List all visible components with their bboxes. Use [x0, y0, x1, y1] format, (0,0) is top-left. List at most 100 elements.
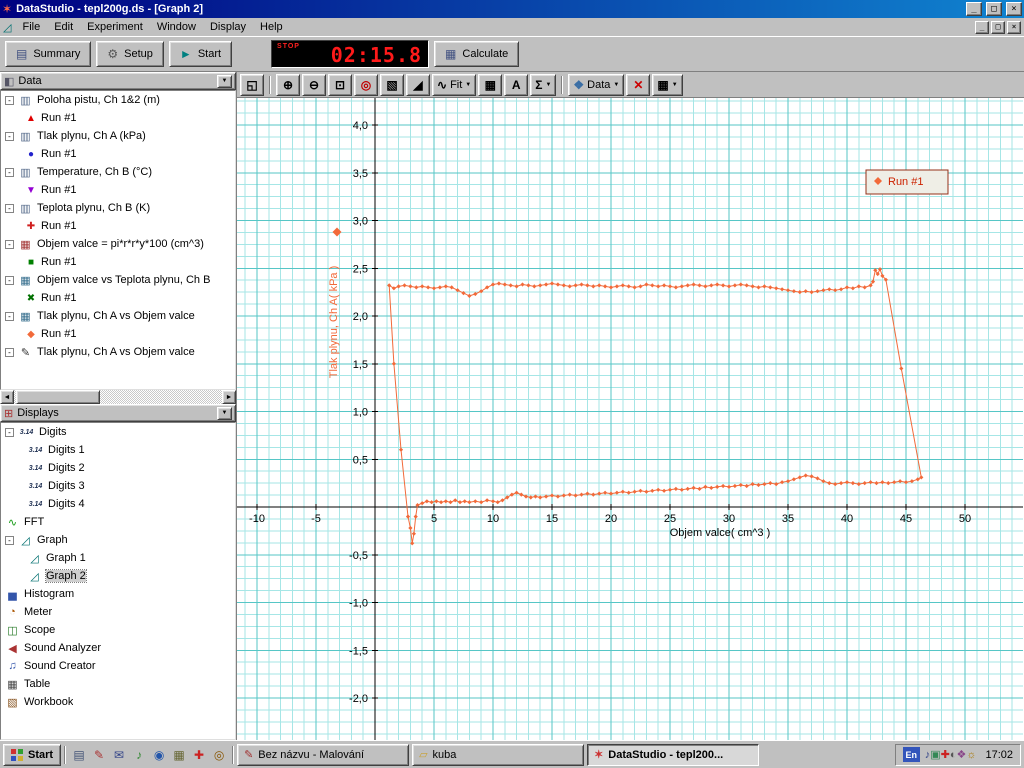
scroll-left-button[interactable]: ◄ — [0, 390, 14, 404]
quicklaunch-cd-player-icon[interactable]: ◎ — [209, 745, 229, 765]
displays-panel-header[interactable]: ⊞ Displays ▼ — [0, 404, 236, 422]
calculate-button[interactable]: ▦ Calculate — [434, 41, 520, 67]
collapse-expander-icon[interactable]: - — [5, 347, 14, 357]
tray-scheduler-icon[interactable]: ◐ — [950, 749, 957, 761]
child-restore-button[interactable]: □ — [991, 20, 1005, 34]
delete-tool-button[interactable]: ✕ — [626, 73, 651, 96]
quicklaunch-media-icon[interactable]: ♪ — [129, 745, 149, 765]
display-item-graph[interactable]: - ◿ Graph — [1, 531, 235, 549]
display-item-table[interactable]: ▦ Table — [1, 675, 235, 693]
child-close-button[interactable]: × — [1007, 20, 1021, 34]
menu-file[interactable]: File — [15, 20, 47, 34]
graph-plot-area[interactable]: -10 -5 5 10 15 20 25 30 35 40 45 50 4,0 3,5 3,0 2,5 2,0 1… — [237, 98, 1024, 743]
collapse-expander-icon[interactable]: - — [5, 535, 14, 545]
quicklaunch-desktop-icon[interactable]: ▤ — [69, 745, 89, 765]
run-item[interactable]: ◆ Run #1 — [1, 325, 235, 343]
menu-experiment[interactable]: Experiment — [80, 20, 150, 34]
data-item-1[interactable]: - ▥ Poloha pistu, Ch 1&2 (m) — [1, 91, 235, 109]
data-item-6[interactable]: - ▦ Objem valce vs Teplota plynu, Ch B — [1, 271, 235, 289]
data-tree-hscrollbar[interactable]: ◄ ► — [0, 390, 236, 404]
tray-power-icon[interactable]: ☼ — [966, 749, 976, 761]
display-item-digits-2[interactable]: 3.14 Digits 2 — [1, 459, 235, 477]
zoom-out-button[interactable]: ⊖ — [302, 73, 326, 96]
display-item-sound-analyzer[interactable]: ◀ Sound Analyzer — [1, 639, 235, 657]
child-minimize-button[interactable]: _ — [975, 20, 989, 34]
setup-button[interactable]: ⚙ Setup — [96, 41, 164, 67]
close-button[interactable]: × — [1006, 2, 1022, 16]
data-item-4[interactable]: - ▥ Teplota plynu, Ch B (K) — [1, 199, 235, 217]
graph-settings-button[interactable]: ▦ ▼ — [652, 73, 683, 96]
scrollbar-track[interactable] — [14, 390, 222, 404]
data-item-3[interactable]: - ▥ Temperature, Ch B (°C) — [1, 163, 235, 181]
restore-button[interactable]: □ — [986, 2, 1002, 16]
tray-updates-icon[interactable]: ❖ — [957, 749, 967, 761]
zoom-select-button[interactable]: ⊡ — [328, 73, 352, 96]
quicklaunch-antivirus-icon[interactable]: ✚ — [189, 745, 209, 765]
display-item-digits-1[interactable]: 3.14 Digits 1 — [1, 441, 235, 459]
data-item-2[interactable]: - ▥ Tlak plynu, Ch A (kPa) — [1, 127, 235, 145]
quicklaunch-paint-icon[interactable]: ✎ — [89, 745, 109, 765]
smart-tool-button[interactable]: ◎ — [354, 73, 378, 96]
run-item[interactable]: ● Run #1 — [1, 145, 235, 163]
data-panel-menu-button[interactable]: ▼ — [217, 74, 232, 88]
text-tool-button[interactable]: A — [504, 73, 529, 96]
data-item-5[interactable]: - ▦ Objem valce = pi*r*r*y*100 (cm^3) — [1, 235, 235, 253]
collapse-expander-icon[interactable]: - — [5, 203, 14, 213]
display-item-digits[interactable]: -3.14 Digits — [1, 423, 235, 441]
display-item-sound-creator[interactable]: ♫ Sound Creator — [1, 657, 235, 675]
task-button-3[interactable]: ✶ DataStudio - tepl200... — [587, 743, 760, 766]
display-item-workbook[interactable]: ▧ Workbook — [1, 693, 235, 711]
statistics-menu-button[interactable]: Σ ▼ — [530, 73, 557, 96]
quicklaunch-documents-icon[interactable]: ▦ — [169, 745, 189, 765]
minimize-button[interactable]: _ — [966, 2, 982, 16]
start-button[interactable]: Start — [3, 743, 62, 766]
data-menu-button[interactable]: ❖ Data ▼ — [568, 73, 625, 96]
display-item-meter[interactable]: ◔ Meter — [1, 603, 235, 621]
menu-edit[interactable]: Edit — [47, 20, 80, 34]
display-item-digits-4[interactable]: 3.14 Digits 4 — [1, 495, 235, 513]
run-item[interactable]: ▼ Run #1 — [1, 181, 235, 199]
menu-window[interactable]: Window — [150, 20, 203, 34]
run-item[interactable]: ■ Run #1 — [1, 253, 235, 271]
display-item-graph-1[interactable]: ◿ Graph 1 — [1, 549, 235, 567]
data-item-7[interactable]: - ▦ Tlak plynu, Ch A vs Objem valce — [1, 307, 235, 325]
quicklaunch-mail-icon[interactable]: ✉ — [109, 745, 129, 765]
zoom-in-button[interactable]: ⊕ — [276, 73, 300, 96]
display-item-scope[interactable]: ◫ Scope — [1, 621, 235, 639]
run-item[interactable]: ✖ Run #1 — [1, 289, 235, 307]
note-tool-button[interactable]: ▧ — [380, 73, 404, 96]
summary-button[interactable]: ▤ Summary — [5, 41, 92, 67]
scroll-right-button[interactable]: ► — [222, 390, 236, 404]
menu-display[interactable]: Display — [203, 20, 253, 34]
collapse-expander-icon[interactable]: - — [5, 427, 14, 437]
language-indicator[interactable]: En — [902, 747, 920, 762]
scrollbar-thumb[interactable] — [16, 390, 100, 404]
menu-help[interactable]: Help — [253, 20, 290, 34]
slope-tool-button[interactable]: ◢ — [406, 73, 430, 96]
data-panel-header[interactable]: ◧ Data ▼ — [0, 72, 236, 90]
collapse-expander-icon[interactable]: - — [5, 239, 14, 249]
collapse-expander-icon[interactable]: - — [5, 95, 14, 105]
fit-menu-button[interactable]: ∿ Fit ▼ — [432, 73, 477, 96]
scale-to-fit-button[interactable]: ◱ — [240, 73, 264, 96]
tray-antivirus-icon[interactable]: ✚ — [941, 749, 950, 761]
data-item-8[interactable]: - ✎ Tlak plynu, Ch A vs Objem valce — [1, 343, 235, 361]
collapse-expander-icon[interactable]: - — [5, 131, 14, 141]
run-item[interactable]: ✚ Run #1 — [1, 217, 235, 235]
collapse-expander-icon[interactable]: - — [5, 275, 14, 285]
task-button-1[interactable]: ✎ Bez názvu - Malování — [237, 743, 410, 766]
quicklaunch-explorer-icon[interactable]: ◉ — [149, 745, 169, 765]
displays-panel-menu-button[interactable]: ▼ — [217, 406, 232, 420]
display-item-fft[interactable]: ∿ FFT — [1, 513, 235, 531]
calculator-tool-button[interactable]: ▦ — [478, 73, 503, 96]
task-button-2[interactable]: ▱ kuba — [412, 743, 585, 766]
collapse-expander-icon[interactable]: - — [5, 311, 14, 321]
display-item-graph-2[interactable]: ◿ Graph 2 — [1, 567, 235, 585]
collapse-expander-icon[interactable]: - — [5, 167, 14, 177]
run-item[interactable]: ▲ Run #1 — [1, 109, 235, 127]
display-item-digits-3[interactable]: 3.14 Digits 3 — [1, 477, 235, 495]
chart[interactable]: -10 -5 5 10 15 20 25 30 35 40 45 50 4,0 3,5 3,0 2,5 2,0 1… — [237, 98, 1023, 740]
display-item-histogram[interactable]: ▅ Histogram — [1, 585, 235, 603]
tray-display-icon[interactable]: ▣ — [930, 749, 940, 761]
legend[interactable]: Run #1 — [865, 169, 949, 195]
